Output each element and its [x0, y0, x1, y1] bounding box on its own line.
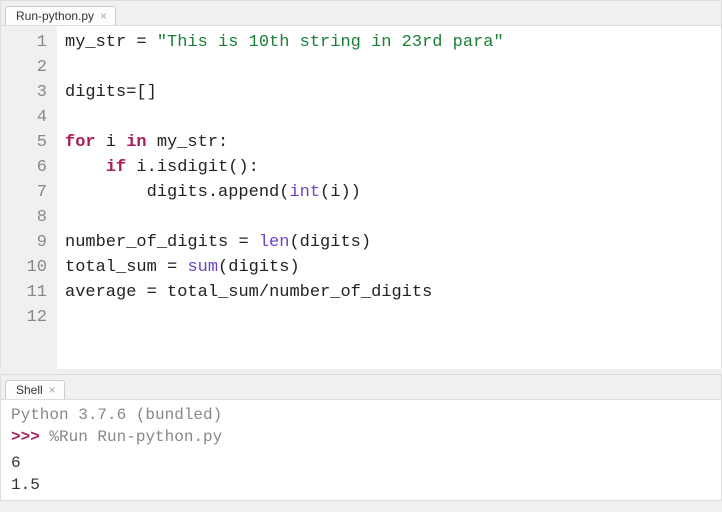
code-line[interactable]	[65, 55, 713, 80]
shell-prompt-line: >>> %Run Run-python.py	[11, 426, 711, 448]
code-line[interactable]: if i.isdigit():	[65, 155, 713, 180]
code-line[interactable]: digits.append(int(i))	[65, 180, 713, 205]
line-number: 5	[7, 130, 47, 155]
editor-tab[interactable]: Run-python.py ×	[5, 6, 116, 25]
close-icon[interactable]: ×	[49, 384, 56, 396]
code-line[interactable]: average = total_sum/number_of_digits	[65, 280, 713, 305]
editor-tabbar: Run-python.py ×	[1, 1, 721, 25]
line-number: 12	[7, 305, 47, 330]
shell-tab[interactable]: Shell ×	[5, 380, 65, 399]
shell-run-cmd-text: %Run Run-python.py	[49, 428, 222, 446]
line-number: 9	[7, 230, 47, 255]
shell-body[interactable]: Python 3.7.6 (bundled) >>> %Run Run-pyth…	[1, 399, 721, 500]
line-gutter: 123456789101112	[1, 26, 57, 369]
line-number: 10	[7, 255, 47, 280]
code-editor[interactable]: 123456789101112 my_str = "This is 10th s…	[1, 25, 721, 369]
editor-pane: Run-python.py × 123456789101112 my_str =…	[0, 0, 722, 368]
code-line[interactable]: my_str = "This is 10th string in 23rd pa…	[65, 30, 713, 55]
shell-tab-label: Shell	[16, 383, 43, 397]
line-number: 2	[7, 55, 47, 80]
shell-output: 6 1.5	[11, 452, 711, 496]
line-number: 1	[7, 30, 47, 55]
code-line[interactable]: number_of_digits = len(digits)	[65, 230, 713, 255]
close-icon[interactable]: ×	[100, 10, 107, 22]
code-line[interactable]: for i in my_str:	[65, 130, 713, 155]
line-number: 6	[7, 155, 47, 180]
shell-pane: Shell × Python 3.7.6 (bundled) >>> %Run …	[0, 374, 722, 501]
line-number: 11	[7, 280, 47, 305]
code-line[interactable]: digits=[]	[65, 80, 713, 105]
code-line[interactable]: total_sum = sum(digits)	[65, 255, 713, 280]
code-area[interactable]: my_str = "This is 10th string in 23rd pa…	[57, 26, 721, 369]
line-number: 8	[7, 205, 47, 230]
prompt-arrows: >>>	[11, 428, 40, 446]
shell-output-line: 1.5	[11, 474, 711, 496]
line-number: 3	[7, 80, 47, 105]
code-line[interactable]	[65, 305, 713, 330]
line-number: 7	[7, 180, 47, 205]
code-line[interactable]	[65, 205, 713, 230]
shell-tabbar: Shell ×	[1, 375, 721, 399]
editor-tab-label: Run-python.py	[16, 9, 94, 23]
shell-output-line: 6	[11, 452, 711, 474]
shell-banner: Python 3.7.6 (bundled)	[11, 404, 711, 426]
line-number: 4	[7, 105, 47, 130]
code-line[interactable]	[65, 105, 713, 130]
